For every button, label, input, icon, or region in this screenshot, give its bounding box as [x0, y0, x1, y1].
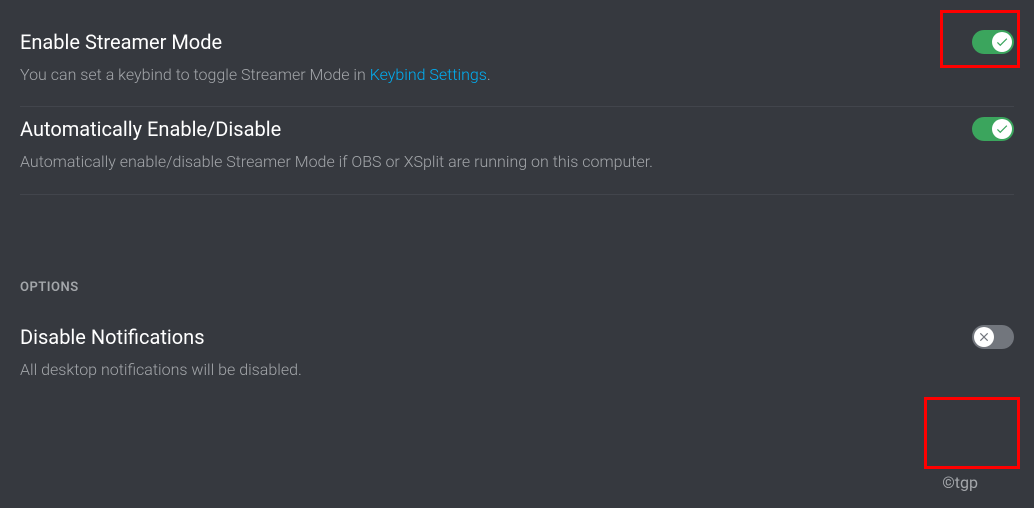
- toggle-disable-notifications[interactable]: [972, 325, 1014, 349]
- setting-description: Automatically enable/disable Streamer Mo…: [20, 151, 1014, 173]
- setting-header: Enable Streamer Mode: [20, 30, 1014, 54]
- desc-text-suffix: .: [487, 65, 491, 84]
- setting-disable-notifications: Disable Notifications All desktop notifi…: [20, 315, 1014, 381]
- check-icon: [995, 35, 1009, 49]
- toggle-knob: [974, 327, 994, 347]
- section-title-options: OPTIONS: [20, 280, 1014, 295]
- keybind-settings-link[interactable]: Keybind Settings: [370, 65, 487, 84]
- highlight-annotation: [924, 397, 1020, 469]
- setting-enable-streamer-mode: Enable Streamer Mode You can set a keybi…: [20, 20, 1014, 107]
- setting-auto-enable-disable: Automatically Enable/Disable Automatical…: [20, 107, 1014, 194]
- toggle-knob: [992, 119, 1012, 139]
- watermark-text: ©tgp: [942, 473, 978, 492]
- x-icon: [977, 330, 991, 344]
- setting-title: Disable Notifications: [20, 325, 205, 349]
- setting-header: Disable Notifications: [20, 325, 1014, 349]
- toggle-enable-streamer-mode[interactable]: [972, 30, 1014, 54]
- toggle-auto-enable-disable[interactable]: [972, 117, 1014, 141]
- setting-title: Enable Streamer Mode: [20, 30, 222, 54]
- setting-description: You can set a keybind to toggle Streamer…: [20, 64, 1014, 86]
- setting-description: All desktop notifications will be disabl…: [20, 359, 1014, 381]
- toggle-knob: [992, 32, 1012, 52]
- setting-header: Automatically Enable/Disable: [20, 117, 1014, 141]
- check-icon: [995, 122, 1009, 136]
- setting-title: Automatically Enable/Disable: [20, 117, 281, 141]
- desc-text-prefix: You can set a keybind to toggle Streamer…: [20, 65, 370, 84]
